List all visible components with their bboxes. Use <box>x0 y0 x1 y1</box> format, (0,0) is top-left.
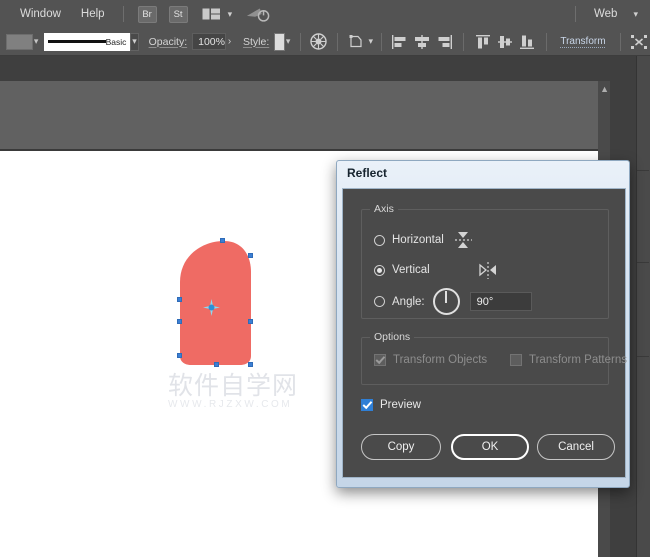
style-label: Style: <box>243 36 269 48</box>
control-bar: ▾ Basic ▾ Opacity: 100% › Style: ▾ ▾ <box>0 28 650 56</box>
style-chevron-down-icon[interactable]: ▾ <box>285 33 292 51</box>
axis-group-legend: Axis <box>370 203 398 215</box>
dialog-title: Reflect <box>347 166 387 180</box>
anchor-handle[interactable] <box>177 297 182 302</box>
anchor-handle[interactable] <box>177 353 182 358</box>
workspace-switcher[interactable]: Web ▾ <box>567 0 650 28</box>
transform-patterns-label: Transform Patterns <box>529 354 627 366</box>
anchor-handle[interactable] <box>248 253 253 258</box>
align-horizontal-center-icon[interactable] <box>413 32 431 52</box>
radio-horizontal[interactable] <box>374 235 385 246</box>
dialog-body: Axis Horizontal Vertical <box>342 188 626 478</box>
radio-angle-label: Angle: <box>392 296 425 308</box>
opacity-chevron-right-icon[interactable]: › <box>226 33 233 50</box>
transform-patterns-option[interactable]: Transform Patterns <box>510 354 627 366</box>
shape-chevron-down-icon[interactable]: ▾ <box>369 37 374 46</box>
anchor-handle[interactable] <box>177 319 182 324</box>
document-tab-strip <box>0 56 650 81</box>
stroke-profile-label: Basic <box>106 37 127 47</box>
align-vertical-center-icon[interactable] <box>496 32 514 52</box>
angle-dial-icon[interactable] <box>433 288 460 315</box>
angle-input[interactable]: 90° <box>470 292 532 311</box>
panel-divider <box>637 170 649 171</box>
axis-option-vertical[interactable]: Vertical <box>374 261 498 279</box>
align-right-icon[interactable] <box>435 32 453 52</box>
opacity-label: Opacity: <box>149 36 188 48</box>
cancel-button[interactable]: Cancel <box>537 434 615 460</box>
application-background <box>0 81 598 151</box>
ok-button[interactable]: OK <box>451 434 529 460</box>
collapsed-panel-strip[interactable] <box>636 56 650 557</box>
checkbox-transform-patterns[interactable] <box>510 354 522 366</box>
axis-option-horizontal[interactable]: Horizontal <box>374 230 472 250</box>
isolate-selection-icon[interactable] <box>630 32 648 52</box>
stock-icon[interactable]: St <box>169 6 188 23</box>
shape-transform-icon[interactable] <box>348 32 366 52</box>
opacity-input[interactable]: 100% <box>192 33 226 50</box>
stroke-preview-icon <box>48 40 106 43</box>
cloud-sync-icon[interactable] <box>246 5 270 23</box>
anchor-handle[interactable] <box>214 362 219 367</box>
recolor-artwork-icon[interactable] <box>310 32 327 52</box>
radio-horizontal-label: Horizontal <box>392 234 444 246</box>
options-group: Options Transform Objects Transform Patt… <box>361 337 609 385</box>
fill-chevron-down-icon[interactable]: ▾ <box>33 33 40 51</box>
preview-option[interactable]: Preview <box>361 399 421 411</box>
reflect-horizontal-icon <box>454 230 472 250</box>
panel-divider <box>637 262 649 263</box>
transform-objects-option[interactable]: Transform Objects <box>374 354 487 366</box>
align-left-icon[interactable] <box>391 32 409 52</box>
radio-vertical[interactable] <box>374 265 385 276</box>
axis-group: Axis Horizontal Vertical <box>361 209 609 319</box>
graphic-style-swatch[interactable] <box>274 33 284 51</box>
preview-label: Preview <box>380 399 421 411</box>
menu-divider <box>123 6 124 22</box>
reflect-center-anchor[interactable] <box>203 299 220 316</box>
menu-bar: Window Help Br St ▾ Web ▾ <box>0 0 650 28</box>
stroke-chevron-down-icon[interactable]: ▾ <box>130 33 138 51</box>
checkbox-preview[interactable] <box>361 399 373 411</box>
radio-angle[interactable] <box>374 296 385 307</box>
stroke-profile-dropdown[interactable]: Basic <box>44 33 131 51</box>
chevron-down-icon[interactable]: ▾ <box>228 10 233 19</box>
anchor-handle[interactable] <box>248 319 253 324</box>
scroll-up-chevron-icon[interactable]: ▲ <box>600 84 609 94</box>
workspace-label[interactable]: Web <box>584 0 627 28</box>
axis-option-angle[interactable]: Angle: 90° <box>374 288 532 315</box>
copy-button[interactable]: Copy <box>361 434 441 460</box>
align-bottom-icon[interactable] <box>518 32 536 52</box>
checkbox-transform-objects[interactable] <box>374 354 386 366</box>
anchor-handle[interactable] <box>248 362 253 367</box>
reflect-dialog: Reflect Axis Horizontal Vertical <box>336 160 630 488</box>
bridge-icon[interactable]: Br <box>138 6 157 23</box>
workspace-divider <box>575 6 576 22</box>
chevron-down-icon[interactable]: ▾ <box>633 10 638 19</box>
transform-panel-link[interactable]: Transform <box>560 36 605 47</box>
panel-divider <box>637 356 649 357</box>
arrange-documents-icon[interactable] <box>202 7 222 21</box>
options-group-legend: Options <box>370 331 414 343</box>
anchor-handle[interactable] <box>220 238 225 243</box>
reflect-vertical-icon <box>478 261 498 279</box>
align-top-icon[interactable] <box>474 32 492 52</box>
menu-window[interactable]: Window <box>10 0 71 28</box>
transform-objects-label: Transform Objects <box>393 354 487 366</box>
fill-swatch[interactable] <box>6 34 33 50</box>
menu-help[interactable]: Help <box>71 0 115 28</box>
radio-vertical-label: Vertical <box>392 264 430 276</box>
